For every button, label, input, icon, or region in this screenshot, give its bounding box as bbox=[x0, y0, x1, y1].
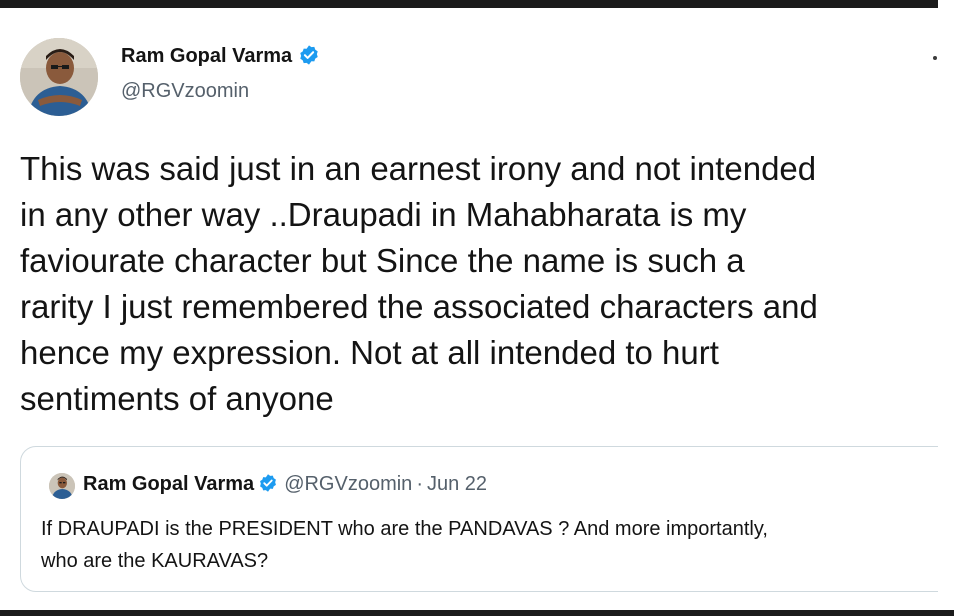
right-edge bbox=[938, 0, 954, 616]
quoted-date[interactable]: Jun 22 bbox=[427, 473, 487, 495]
tweet-card: Ram Gopal Varma @RGVzoomin This was said… bbox=[0, 8, 938, 610]
author-name[interactable]: Ram Gopal Varma bbox=[121, 45, 292, 67]
verified-badge-icon bbox=[258, 473, 278, 499]
bottom-border bbox=[0, 610, 954, 616]
more-options-icon[interactable] bbox=[933, 56, 937, 60]
quoted-author-avatar bbox=[49, 473, 75, 499]
author-avatar[interactable] bbox=[20, 38, 98, 116]
quoted-separator: · bbox=[416, 473, 423, 495]
quoted-text-line: who are the KAURAVAS? bbox=[41, 550, 269, 572]
top-border bbox=[0, 0, 954, 8]
author-handle[interactable]: @RGVzoomin bbox=[121, 80, 249, 103]
tweet-text: This was said just in an earnest irony a… bbox=[20, 146, 938, 422]
tweet-text-line: rarity I just remembered the associated … bbox=[20, 288, 818, 325]
verified-badge-icon bbox=[298, 44, 320, 72]
tweet-text-line: This was said just in an earnest irony a… bbox=[20, 150, 817, 187]
avatar-image bbox=[49, 473, 75, 499]
tweet-text-line: faviourate character but Since the name … bbox=[20, 242, 745, 279]
tweet-text-line: in any other way ..Draupadi in Mahabhara… bbox=[20, 196, 747, 233]
quoted-tweet-text: If DRAUPADI is the PRESIDENT who are the… bbox=[41, 513, 768, 577]
quoted-text-line: If DRAUPADI is the PRESIDENT who are the… bbox=[41, 518, 768, 540]
quoted-author-name[interactable]: Ram Gopal Varma bbox=[83, 473, 254, 495]
tweet-text-line: hence my expression. Not at all intended… bbox=[20, 334, 719, 371]
quoted-tweet[interactable]: Ram Gopal Varma @RGVzoomin · Jun 22 If DRAU… bbox=[20, 446, 938, 592]
quoted-tweet-header: Ram Gopal Varma @RGVzoomin · Jun 22 bbox=[83, 473, 487, 499]
author-name-row[interactable]: Ram Gopal Varma bbox=[121, 44, 320, 72]
quoted-author-handle[interactable]: @RGVzoomin bbox=[284, 473, 412, 495]
tweet-text-line: sentiments of anyone bbox=[20, 380, 334, 417]
avatar-image bbox=[20, 38, 98, 116]
